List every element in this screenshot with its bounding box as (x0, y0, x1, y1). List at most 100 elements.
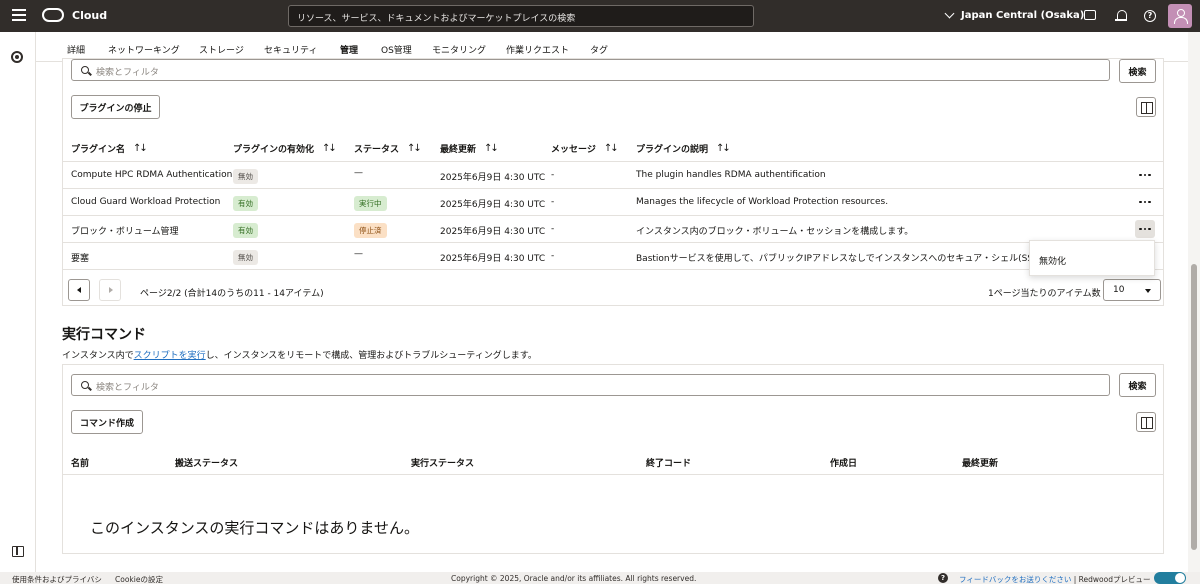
oracle-logo-icon[interactable] (42, 8, 64, 22)
terms-link[interactable]: 使用条件およびプライバシ (12, 574, 102, 584)
divider (63, 269, 1163, 270)
column-header-delivery-status[interactable]: 搬送ステータス (175, 456, 238, 469)
separator: | (1073, 575, 1077, 584)
column-header-name[interactable]: 名前 (71, 456, 89, 469)
last-updated: 2025年6月9日 4:30 UTC (440, 200, 546, 210)
filter-placeholder: 検索とフィルタ (96, 383, 159, 393)
plugins-search-button[interactable]: 検索 (1119, 59, 1156, 83)
message: - (551, 170, 555, 180)
plugin-name: 要塞 (71, 254, 90, 264)
previous-page-button[interactable] (68, 279, 90, 301)
panel-toggle-icon[interactable] (12, 546, 24, 557)
run-commands-search-button[interactable]: 検索 (1119, 373, 1156, 397)
column-header-created[interactable]: 作成日 (830, 456, 857, 469)
help-icon[interactable]: ? (1144, 10, 1156, 22)
filter-placeholder: 検索とフィルタ (96, 68, 159, 78)
region-selector[interactable]: Japan Central (Osaka) (944, 8, 1085, 21)
disable-menu-item[interactable]: 無効化 (1039, 254, 1066, 267)
column-label: プラグインの有効化 (233, 145, 315, 155)
run-commands-title: 実行コマンド (62, 327, 146, 343)
cloud-shell-icon[interactable] (1084, 10, 1096, 20)
plugins-filter-input[interactable]: 検索とフィルタ (71, 59, 1110, 81)
last-updated: 2025年6月9日 4:30 UTC (440, 173, 546, 183)
create-command-button[interactable]: コマンド作成 (71, 410, 143, 434)
sort-icon: ↑↓ (407, 143, 422, 154)
description: Bastionサービスを使用して、パブリックIPアドレスなしでインスタンスへのセ… (636, 254, 1031, 264)
next-page-button[interactable] (99, 279, 121, 301)
column-header-plugin-name[interactable]: プラグイン名 ↑↓ (71, 142, 148, 155)
per-page-value: 10 (1113, 285, 1125, 295)
run-commands-panel: 検索とフィルタ 検索 コマンド作成 名前 搬送ステータス 実行ステータス 終了コ… (62, 364, 1164, 554)
vertical-scrollbar[interactable] (1188, 32, 1200, 572)
empty-state-message: このインスタンスの実行コマンドはありません。 (90, 519, 419, 537)
caret-down-icon (1145, 289, 1151, 293)
feedback-link[interactable]: フィードバックをお送りください (959, 575, 1071, 584)
column-header-last-updated[interactable]: 最終更新 ↑↓ (440, 142, 499, 155)
manage-columns-icon[interactable] (1136, 412, 1156, 432)
run-commands-filter-input[interactable]: 検索とフィルタ (71, 374, 1110, 396)
description-text: し、インスタンスをリモートで構成、管理およびトラブルシューティングします。 (205, 351, 537, 361)
per-page-select[interactable]: 10 (1103, 279, 1161, 301)
description: インスタンス内のブロック・ボリューム・セッションを構成します。 (636, 227, 914, 237)
left-rail (0, 32, 36, 572)
manage-columns-icon[interactable] (1136, 97, 1156, 117)
top-navigation-bar: Cloud リソース、サービス、ドキュメントおよびマーケットプレイスの検索 Ja… (0, 0, 1200, 32)
column-header-exit-code[interactable]: 終了コード (646, 456, 691, 469)
row-actions-menu: 無効化 (1029, 240, 1155, 276)
column-header-plugin-enabled[interactable]: プラグインの有効化 ↑↓ (233, 142, 337, 155)
description: Manages the lifecycle of Workload Protec… (636, 197, 889, 207)
row-actions-icon[interactable] (1135, 193, 1155, 211)
cookie-settings-link[interactable]: Cookieの設定 (115, 574, 163, 584)
tab-storage[interactable]: ストレージ (199, 43, 244, 56)
column-label: メッセージ (551, 145, 596, 155)
tab-work-requests[interactable]: 作業リクエスト (506, 43, 569, 56)
tab-tags[interactable]: タグ (590, 43, 608, 56)
notifications-bell-icon[interactable] (1115, 10, 1127, 22)
divider (63, 188, 1163, 189)
plugins-panel: 検索とフィルタ 検索 プラグインの停止 プラグイン名 ↑↓ プラグインの有効化 ↑↓… (62, 58, 1164, 306)
tab-management[interactable]: 管理 (340, 43, 359, 61)
scrollbar-thumb[interactable] (1191, 264, 1197, 550)
global-search-input[interactable]: リソース、サービス、ドキュメントおよびマーケットプレイスの検索 (288, 5, 754, 27)
column-header-execution-status[interactable]: 実行ステータス (411, 456, 474, 469)
message: - (551, 251, 555, 261)
preview-label: Redwoodプレビュー (1078, 575, 1151, 584)
row-actions-icon[interactable] (1135, 166, 1155, 184)
enabled-badge: 有効 (233, 196, 258, 211)
status-badge: 実行中 (354, 196, 387, 211)
tab-details[interactable]: 詳細 (67, 43, 85, 56)
search-icon (81, 381, 89, 389)
per-page-label: 1ページ当たりのアイテム数 (988, 289, 1101, 299)
column-header-description[interactable]: プラグインの説明 ↑↓ (636, 142, 731, 155)
settings-gear-icon[interactable] (11, 51, 23, 63)
last-updated: 2025年6月9日 4:30 UTC (440, 227, 546, 237)
column-header-last-updated[interactable]: 最終更新 (962, 456, 998, 469)
column-label: プラグイン名 (71, 145, 126, 155)
sort-icon: ↑↓ (716, 143, 731, 154)
status-badge: 停止済 (354, 223, 387, 238)
brand-name[interactable]: Cloud (72, 9, 107, 22)
column-label: ステータス (354, 145, 400, 155)
divider (63, 161, 1163, 162)
enabled-badge: 無効 (233, 169, 258, 184)
row-actions-icon[interactable] (1135, 220, 1155, 238)
stop-plugin-button[interactable]: プラグインの停止 (71, 95, 160, 119)
run-script-link[interactable]: スクリプトを実行 (134, 351, 206, 361)
divider (63, 215, 1163, 216)
tab-os-management[interactable]: OS管理 (381, 43, 412, 56)
tab-networking[interactable]: ネットワーキング (108, 43, 180, 56)
region-label: Japan Central (Osaka) (961, 10, 1085, 21)
hamburger-menu-icon[interactable] (12, 9, 26, 21)
chevron-left-icon (77, 287, 81, 293)
sort-icon: ↑↓ (133, 143, 148, 154)
tab-security[interactable]: セキュリティ (264, 43, 317, 56)
search-icon (81, 66, 89, 74)
message: - (551, 224, 555, 234)
tab-monitoring[interactable]: モニタリング (432, 43, 486, 56)
help-icon[interactable]: ? (938, 573, 948, 583)
redwood-preview-toggle[interactable] (1154, 572, 1186, 584)
column-header-message[interactable]: メッセージ ↑↓ (551, 142, 619, 155)
user-avatar[interactable] (1168, 4, 1192, 28)
footer: 使用条件およびプライバシ Cookieの設定 Copyright © 2025,… (0, 572, 1200, 584)
column-header-status[interactable]: ステータス ↑↓ (354, 142, 422, 155)
